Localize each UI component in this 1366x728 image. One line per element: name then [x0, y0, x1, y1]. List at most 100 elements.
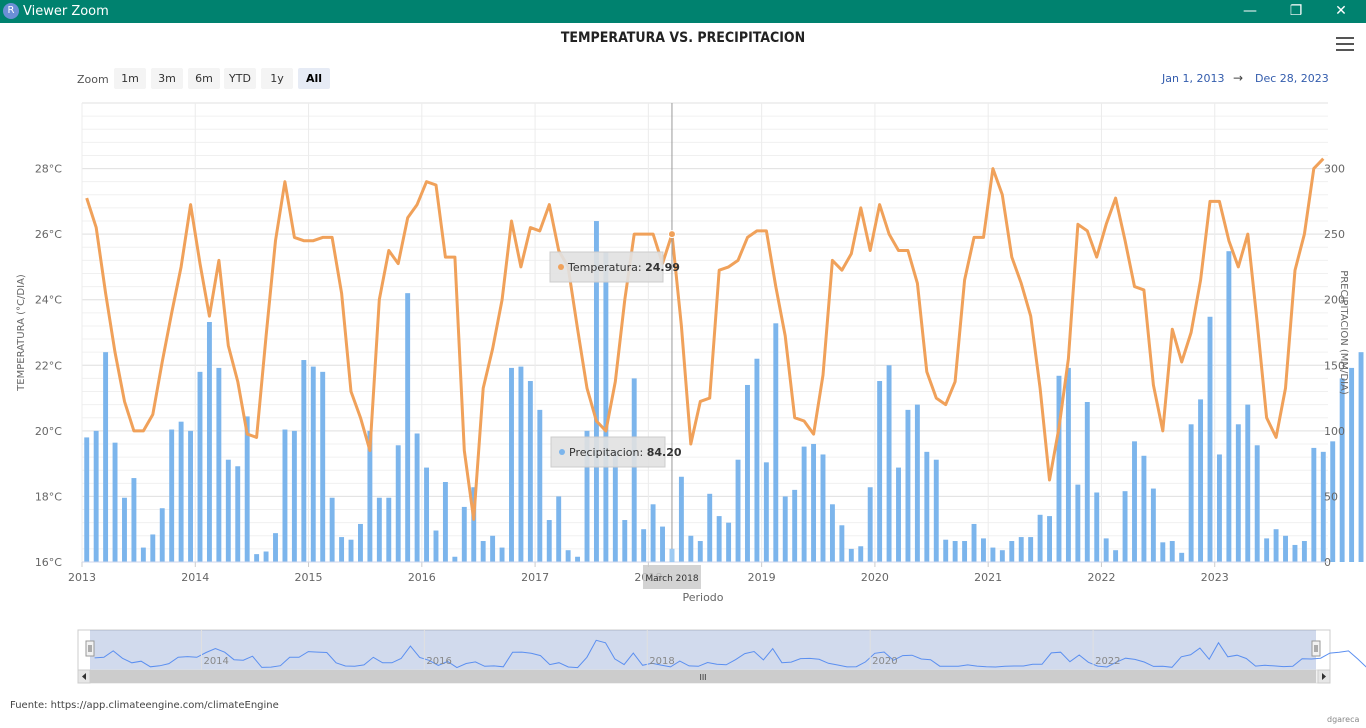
- precipitation-bar: [1075, 484, 1081, 562]
- precipitation-bar: [1150, 488, 1156, 562]
- precipitation-bar: [1160, 542, 1166, 562]
- right-tick-label: 50: [1324, 490, 1338, 503]
- precipitation-bar: [924, 451, 930, 562]
- navigator[interactable]: 2014 2016 2018 2020 2022 III: [77, 629, 1366, 684]
- precipitation-bar: [480, 541, 486, 562]
- temperature-tooltip-marker: [558, 264, 564, 270]
- x-tick-label: 2013: [68, 571, 96, 584]
- precipitation-bar: [178, 421, 184, 562]
- precipitation-bar: [952, 541, 958, 562]
- precipitation-bar: [1292, 544, 1298, 562]
- right-axis-title: PRECIPITACION (MM/DIA): [1338, 270, 1349, 395]
- precipitation-bar: [971, 523, 977, 562]
- precipitation-bar: [641, 529, 647, 562]
- precipitation-bar: [537, 409, 543, 562]
- precipitation-bar: [1056, 375, 1062, 562]
- x-tick-label: 2016: [408, 571, 436, 584]
- precipitation-bar: [103, 352, 109, 562]
- precipitation-bar: [811, 443, 817, 562]
- precipitation-bar: [603, 252, 609, 562]
- precipitation-bar: [527, 381, 533, 562]
- precipitation-bar: [801, 446, 807, 562]
- temperature-tooltip-label: Temperatura:: [567, 261, 645, 274]
- precipitation-bar: [707, 493, 713, 562]
- precipitation-bar: [877, 381, 883, 562]
- precipitation-bar: [169, 429, 175, 562]
- precipitation-bar: [150, 534, 156, 562]
- precipitation-bar: [1018, 537, 1024, 562]
- precipitation-bar: [358, 523, 363, 562]
- precipitation-bar: [1235, 424, 1241, 562]
- crosshair-label: March 2018: [645, 574, 698, 584]
- precipitation-bar: [1188, 424, 1194, 562]
- precipitation-bar: [112, 442, 118, 562]
- precipitation-bar: [310, 366, 316, 562]
- precipitation-bar: [990, 547, 996, 562]
- right-tick-label: 100: [1324, 425, 1345, 438]
- precipitation-bar: [235, 466, 241, 562]
- precipitation-bar: [829, 504, 835, 562]
- left-tick-label: 22°C: [35, 359, 62, 372]
- precipitation-bar: [1009, 541, 1015, 562]
- precipitation-bar: [225, 459, 231, 562]
- precipitation-bar: [216, 367, 222, 562]
- precipitation-bar: [1132, 441, 1137, 562]
- navigator-right-handle[interactable]: [1311, 640, 1321, 657]
- precipitation-bar: [622, 520, 628, 562]
- precipitation-bar: [943, 539, 949, 562]
- left-tick-label: 26°C: [35, 228, 62, 241]
- precipitation-bar: [782, 496, 788, 562]
- precipitation-bar: [499, 547, 505, 562]
- precipitation-bar: [159, 508, 165, 562]
- navigator-tick-label: 2020: [872, 656, 897, 667]
- precipitation-bar: [773, 323, 779, 562]
- x-tick-label: 2021: [974, 571, 1002, 584]
- precipitation-bar: [1339, 378, 1345, 562]
- precipitation-bar: [1320, 451, 1326, 562]
- precipitation-bar: [1122, 491, 1128, 562]
- x-tick-label: 2014: [181, 571, 209, 584]
- precipitation-bar: [348, 539, 354, 562]
- precipitation-bar: [490, 535, 496, 562]
- precipitation-bar: [556, 496, 562, 562]
- precipitation-bar: [1113, 550, 1119, 562]
- precipitation-bar: [1226, 251, 1232, 563]
- precipitation-bar: [546, 520, 552, 562]
- precipitation-bar: [1065, 367, 1071, 562]
- precipitation-bar: [273, 533, 278, 562]
- precipitation-bar: [197, 371, 203, 562]
- precipitation-bar: [1037, 514, 1043, 562]
- precipitation-bar: [688, 535, 694, 562]
- source-note: Fuente: https://app.climateengine.com/cl…: [10, 700, 279, 711]
- x-tick-label: 2020: [861, 571, 889, 584]
- precipitation-bar: [301, 360, 307, 562]
- precipitation-bar: [1273, 529, 1279, 562]
- precipitation-bar: [376, 497, 382, 562]
- precipitation-bar: [1311, 447, 1317, 562]
- precipitation-tooltip-text: Precipitacion: 84.20: [569, 446, 682, 459]
- precipitation-bar: [933, 459, 939, 562]
- author-credit: dgareca: [1327, 715, 1360, 724]
- precipitation-bar: [1207, 316, 1213, 562]
- precipitation-bar: [981, 538, 986, 562]
- left-axis-title: TEMPERATURA (°C/DIA): [16, 274, 27, 392]
- highlighted-bar: [669, 548, 675, 562]
- precipitation-bar: [1094, 492, 1100, 562]
- precipitation-bar: [414, 433, 420, 562]
- precipitation-bar: [745, 384, 750, 562]
- precipitation-bar: [848, 548, 854, 562]
- precipitation-bar: [575, 556, 581, 562]
- x-tick-label: 2019: [748, 571, 776, 584]
- precipitation-bar: [442, 482, 448, 562]
- precipitation-bar: [131, 478, 137, 562]
- precipitation-bar: [1254, 445, 1260, 562]
- precipitation-bar: [1349, 367, 1355, 562]
- precipitation-tooltip-marker: [559, 449, 565, 455]
- navigator-left-handle[interactable]: [85, 640, 95, 657]
- x-tick-label: 2023: [1201, 571, 1229, 584]
- precipitation-bar: [1245, 404, 1251, 562]
- precipitation-bar: [452, 556, 458, 562]
- precipitation-bar: [678, 476, 684, 562]
- precipitation-bar: [320, 371, 326, 562]
- precipitation-bar: [1169, 541, 1175, 562]
